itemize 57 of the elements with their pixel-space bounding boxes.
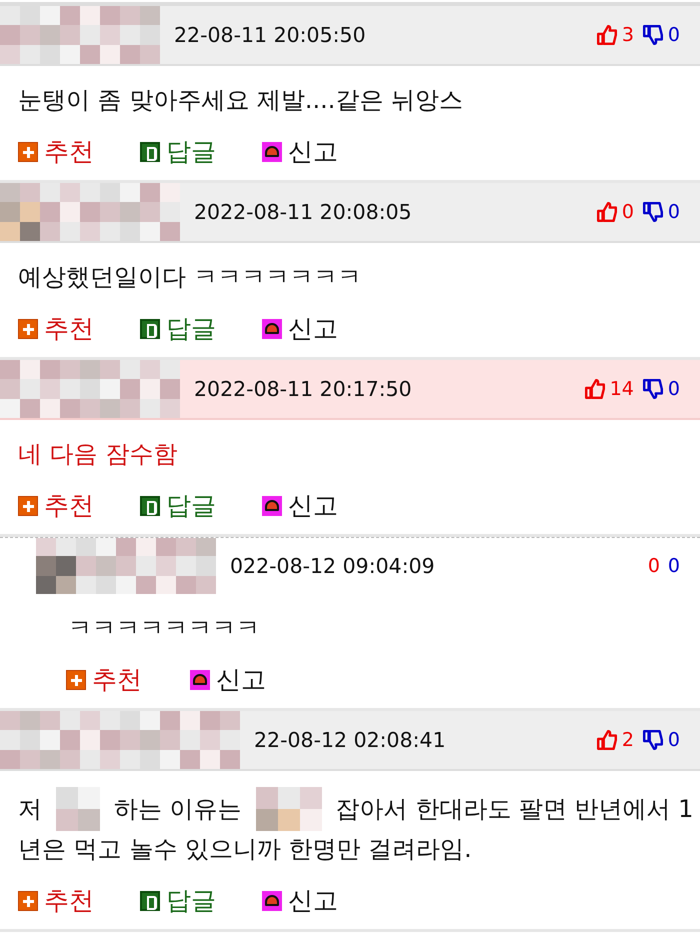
plus-icon <box>18 142 38 162</box>
like-count: 14 <box>610 378 634 400</box>
plus-icon <box>18 318 38 338</box>
mosaic-drawing <box>256 787 322 831</box>
recommend-link[interactable]: 추천 <box>44 884 94 917</box>
comment-text: 네 다음 잠수함 <box>18 439 178 470</box>
comment-text: 눈탱이 좀 맞아주세요 제발....같은 뉘앙스 <box>18 85 464 116</box>
thumbs-up-icon[interactable] <box>596 201 618 223</box>
like-count: 0 <box>622 201 634 223</box>
report-link[interactable]: 신고 <box>288 884 338 917</box>
dislike-count: 0 <box>668 201 680 223</box>
siren-icon <box>262 318 282 338</box>
reply-link[interactable]: 답글 <box>166 312 216 345</box>
timestamp: 22-08-12 02:08:41 <box>254 728 446 752</box>
plus-icon <box>18 496 38 516</box>
comment-text: 저 <box>18 794 42 824</box>
report-link[interactable]: 신고 <box>288 489 338 522</box>
mosaic-drawing <box>56 787 100 831</box>
reply-link[interactable]: 답글 <box>166 135 216 168</box>
dislike-count: 0 <box>668 555 680 577</box>
plus-icon <box>18 890 38 910</box>
comment-text: ㅋㅋㅋㅋㅋㅋㅋㅋ <box>68 613 260 644</box>
siren-icon <box>262 890 282 910</box>
siren-icon <box>262 496 282 516</box>
recommend-link[interactable]: 추천 <box>44 312 94 345</box>
dislike-count: 0 <box>668 24 680 46</box>
dislike-count: 0 <box>668 378 680 400</box>
recommend-link[interactable]: 추천 <box>92 663 142 696</box>
siren-icon <box>262 142 282 162</box>
like-count: 2 <box>622 729 634 751</box>
like-count: 0 <box>648 555 660 577</box>
timestamp: 22-08-11 20:05:50 <box>174 23 366 47</box>
thumbs-down-icon[interactable] <box>642 729 664 751</box>
report-link[interactable]: 신고 <box>288 135 338 168</box>
like-count: 3 <box>622 24 634 46</box>
comment-text: 예상했던일이다 ㅋㅋㅋㅋㅋㅋㅋ <box>18 262 362 293</box>
comment-text: 잡아서 한대라도 팔면 반년에서 1 <box>336 794 694 824</box>
thumbs-up-icon[interactable] <box>596 729 618 751</box>
timestamp: 2022-08-11 20:17:50 <box>194 377 412 401</box>
plus-icon <box>66 670 86 690</box>
thumbs-up-icon[interactable] <box>584 378 606 400</box>
dislike-count: 0 <box>668 729 680 751</box>
timestamp: 2022-08-11 20:08:05 <box>194 200 412 224</box>
report-link[interactable]: 신고 <box>288 312 338 345</box>
recommend-link[interactable]: 추천 <box>44 489 94 522</box>
thumbs-down-icon[interactable] <box>642 24 664 46</box>
thumbs-down-icon[interactable] <box>642 378 664 400</box>
reply-link[interactable]: 답글 <box>166 489 216 522</box>
timestamp: 022-08-12 09:04:09 <box>230 554 435 578</box>
recommend-link[interactable]: 추천 <box>44 135 94 168</box>
comment-text: 하는 이유는 <box>114 794 242 824</box>
siren-icon <box>190 670 210 690</box>
comment-text: 년은 먹고 놀수 있으니까 한명만 걸려라임. <box>18 834 472 865</box>
thumbs-up-icon[interactable] <box>596 24 618 46</box>
thumbs-down-icon[interactable] <box>642 201 664 223</box>
reply-link[interactable]: 답글 <box>166 884 216 917</box>
report-link[interactable]: 신고 <box>216 663 266 696</box>
